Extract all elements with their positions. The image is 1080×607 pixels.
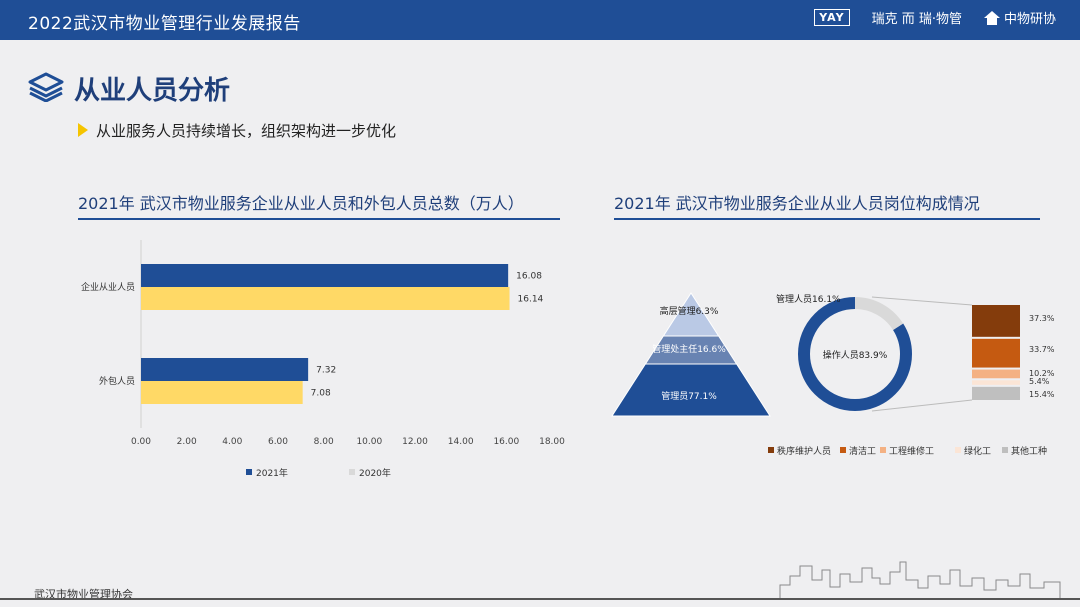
stack-legend-label: 清洁工 <box>849 445 876 457</box>
footer-line <box>0 598 1080 600</box>
stack-legend-label: 工程维修工 <box>889 445 934 457</box>
bar-0-1 <box>141 358 309 381</box>
bar-value-label: 7.32 <box>316 366 336 376</box>
connector-line-top <box>871 296 973 306</box>
skyline-decoration <box>779 561 1061 598</box>
bar-x-tick-label: 14.00 <box>448 437 474 447</box>
pyramid-layer-2 <box>611 363 771 417</box>
bar-value-label: 7.08 <box>311 389 331 399</box>
stack-legend-swatch <box>840 447 846 453</box>
stack-segment-3 <box>972 380 1020 385</box>
pyramid-label: 高层管理6.3% <box>660 305 719 317</box>
stack-segment-1 <box>972 338 1020 368</box>
stack-legend-swatch <box>955 447 961 453</box>
bar-value-label: 16.08 <box>516 272 542 282</box>
bar-chart: 0.00 2.00 4.00 6.00 8.00 10.00 12.00 14.00 16.00… <box>81 240 565 479</box>
stack-value-label: 37.3% <box>1029 314 1055 323</box>
bar-legend-label: 2020年 <box>359 467 391 479</box>
pyramid-label: 管理处主任16.6% <box>652 343 726 355</box>
stack-legend-label: 其他工种 <box>1011 445 1047 457</box>
bar-category-label: 企业从业人员 <box>81 281 135 293</box>
donut-chart: 操作人员83.9% 管理人员16.1% <box>776 293 973 412</box>
bar-x-tick-label: 2.00 <box>177 437 197 447</box>
stack-legend-swatch <box>768 447 774 453</box>
bar-x-tick-label: 16.00 <box>493 437 519 447</box>
bar-x-tick-label: 6.00 <box>268 437 288 447</box>
bar-value-label: 16.14 <box>518 295 544 305</box>
connector-line-bottom <box>871 399 973 412</box>
bar-legend-swatch <box>246 469 252 475</box>
bar-x-tick-label: 12.00 <box>402 437 428 447</box>
bar-legend-swatch <box>349 469 355 475</box>
stack-value-label: 33.7% <box>1029 345 1055 354</box>
skyline-outline <box>779 561 1061 598</box>
stack-value-label: 15.4% <box>1029 390 1055 399</box>
pyramid-label: 管理员77.1% <box>661 390 717 402</box>
donut-label-minor: 管理人员16.1% <box>776 293 841 305</box>
bar-x-tick-label: 0.00 <box>131 437 151 447</box>
stack-segment-2 <box>972 369 1020 379</box>
pyramid-chart: 高层管理6.3% 管理处主任16.6% 管理员77.1% <box>611 292 771 417</box>
bar-0-0 <box>141 264 509 287</box>
bar-x-tick-label: 4.00 <box>222 437 242 447</box>
stack-legend-label: 绿化工 <box>964 445 991 457</box>
bar-x-tick-label: 8.00 <box>314 437 334 447</box>
stack-legend-swatch <box>1002 447 1008 453</box>
bar-category-label: 外包人员 <box>99 375 135 387</box>
stack-segment-4 <box>972 386 1020 400</box>
stack-legend-swatch <box>880 447 886 453</box>
stack-segment-0 <box>972 305 1020 337</box>
charts-canvas: 0.00 2.00 4.00 6.00 8.00 10.00 12.00 14.00 16.00… <box>81 240 1061 598</box>
bar-1-0 <box>141 287 510 310</box>
bar-x-tick-label: 18.00 <box>539 437 565 447</box>
donut-label-main: 操作人员83.9% <box>823 349 888 361</box>
stack-value-label: 5.4% <box>1029 377 1050 386</box>
bar-legend-label: 2021年 <box>256 467 288 479</box>
bar-1-1 <box>141 381 303 404</box>
bar-x-tick-label: 10.00 <box>356 437 382 447</box>
stack-legend-label: 秩序维护人员 <box>777 445 831 457</box>
